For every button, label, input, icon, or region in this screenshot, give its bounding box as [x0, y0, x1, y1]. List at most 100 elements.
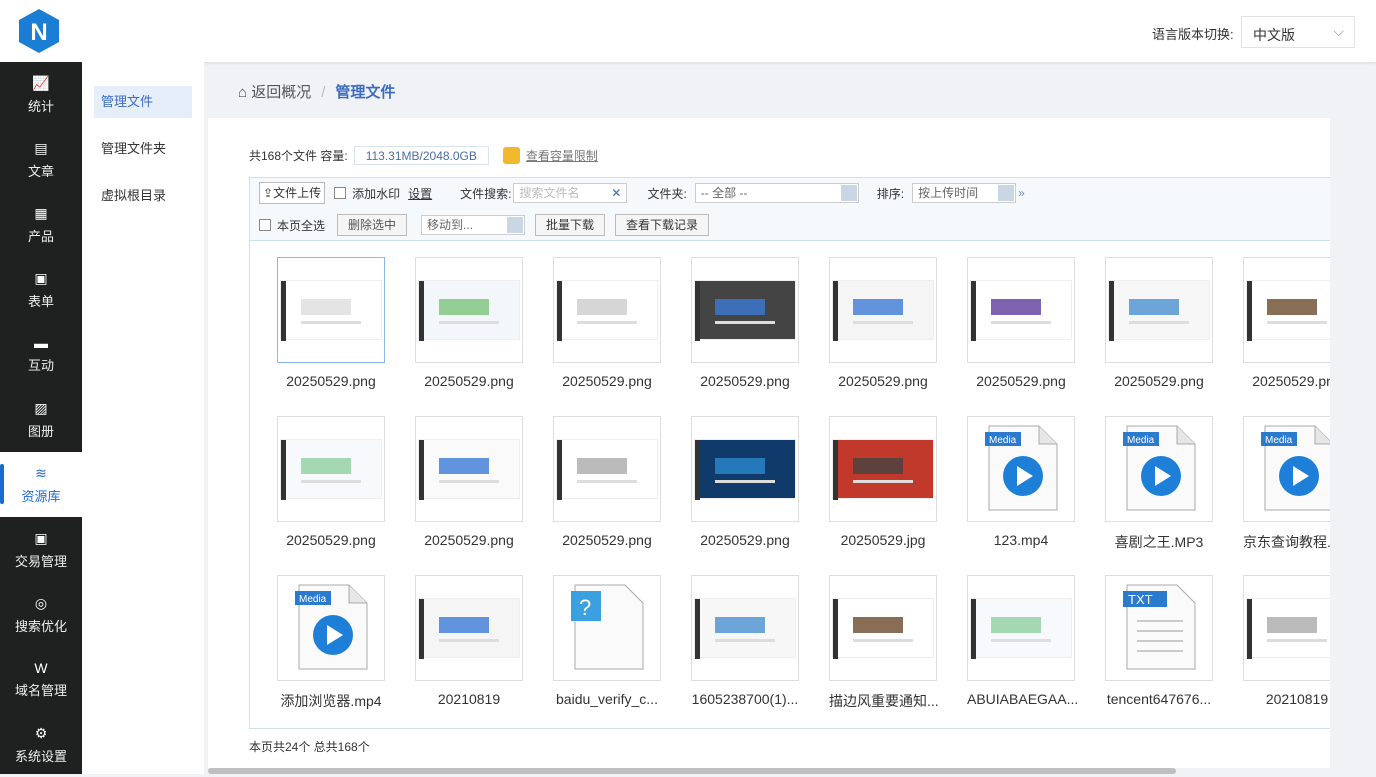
file-item[interactable]: 20250529.png [415, 257, 523, 389]
folder-select[interactable]: -- 全部 -- [694, 183, 859, 203]
file-thumbnail[interactable] [1243, 575, 1330, 681]
file-item[interactable]: 20210819 [415, 575, 523, 707]
file-item[interactable]: ? baidu_verify_c... [553, 575, 661, 707]
sort-select[interactable]: 按上传时间 [912, 183, 1017, 203]
image-thumbnail [832, 598, 934, 659]
file-item[interactable]: 20250529.png [829, 257, 937, 389]
file-item[interactable]: 20250529.png [277, 257, 385, 389]
file-thumbnail[interactable] [967, 575, 1075, 681]
file-item[interactable]: TXT tencent647676... [1105, 575, 1213, 707]
language-select[interactable]: 中文版 ⌵ [1241, 16, 1355, 48]
file-thumbnail[interactable] [691, 575, 799, 681]
file-item[interactable]: Media 京东查询教程.mp4 [1243, 416, 1330, 552]
trade-icon: ▣ [34, 529, 48, 546]
watermark-checkbox[interactable] [334, 187, 347, 199]
sidebar-item-2[interactable]: ▦ 产品 [0, 192, 82, 257]
file-thumbnail[interactable] [967, 257, 1075, 363]
file-name: 20250529.png [286, 532, 376, 548]
capacity-value: 113.31MB/2048.0GB [353, 146, 489, 165]
horizontal-scrollbar[interactable] [208, 768, 1176, 774]
file-thumbnail[interactable] [277, 257, 385, 363]
sidebar-item-label: 文章 [27, 163, 54, 179]
breadcrumb: ⌂ 返回概况 / 管理文件 [238, 81, 395, 102]
file-item[interactable]: 20250529.png [1105, 257, 1213, 389]
file-thumbnail[interactable] [553, 416, 661, 522]
file-item[interactable]: 20250529.png [967, 257, 1075, 389]
subnav-manage-folders[interactable]: 管理文件夹 [94, 133, 192, 165]
capacity-limit-link[interactable]: 查看容量限制 [502, 147, 598, 164]
breadcrumb-separator: / [321, 84, 326, 101]
file-name: 20250529.jpg [840, 532, 926, 548]
sidebar-item-0[interactable]: 📈 统计 [0, 62, 82, 127]
unknown-file-icon: ? [571, 584, 644, 670]
file-item[interactable]: 20250529.png [277, 416, 385, 548]
sidebar-item-6[interactable]: ≋ 资源库 [0, 452, 82, 517]
file-item[interactable]: 1605238700(1)... [691, 575, 799, 707]
file-thumbnail[interactable] [1105, 257, 1213, 363]
file-item[interactable]: 20250529.png [1243, 257, 1330, 389]
file-item[interactable]: 20250529.png [691, 257, 799, 389]
file-thumbnail[interactable] [829, 257, 937, 363]
file-name: 1605238700(1)... [691, 691, 799, 707]
notice-icon [502, 147, 520, 164]
file-item[interactable]: 20250529.png [415, 416, 523, 548]
file-thumbnail[interactable] [277, 416, 385, 522]
file-item[interactable]: 20250529.png [691, 416, 799, 548]
subnav-virtual-root[interactable]: 虚拟根目录 [94, 180, 192, 212]
batch-download-button[interactable]: 批量下载 [535, 214, 606, 236]
file-thumbnail[interactable] [415, 257, 523, 363]
file-item[interactable]: 20250529.png [553, 416, 661, 548]
file-name: 20250529.png [1252, 373, 1330, 389]
sidebar-item-7[interactable]: ▣ 交易管理 [0, 517, 82, 582]
expand-icon[interactable]: » [1018, 186, 1025, 200]
file-item[interactable]: Media 123.mp4 [967, 416, 1075, 548]
breadcrumb-back[interactable]: 返回概况 [251, 84, 311, 101]
file-thumbnail[interactable] [415, 575, 523, 681]
file-item[interactable]: 20250529.png [553, 257, 661, 389]
file-thumbnail[interactable] [553, 257, 661, 363]
file-item[interactable]: Media 喜剧之王.MP3 [1105, 416, 1213, 552]
watermark-settings-link[interactable]: 设置 [408, 185, 432, 202]
image-thumbnail [418, 280, 520, 341]
file-thumbnail[interactable]: ? [553, 575, 661, 681]
sidebar-item-5[interactable]: ▨ 图册 [0, 387, 82, 452]
sidebar-item-1[interactable]: ▤ 文章 [0, 127, 82, 192]
image-thumbnail [694, 439, 796, 500]
select-all-checkbox[interactable] [259, 219, 271, 231]
file-thumbnail[interactable]: Media [1243, 416, 1330, 522]
logo: N [19, 9, 59, 53]
file-thumbnail[interactable]: Media [1105, 416, 1213, 522]
file-thumbnail[interactable]: TXT [1105, 575, 1213, 681]
sidebar-item-3[interactable]: ▣ 表单 [0, 257, 82, 322]
upload-button[interactable]: ⇪文件上传 [259, 182, 326, 204]
file-thumbnail[interactable] [1243, 257, 1330, 363]
file-thumbnail[interactable]: Media [967, 416, 1075, 522]
file-item[interactable]: 描边风重要通知... [829, 575, 939, 711]
sidebar-item-4[interactable]: ▬ 互动 [0, 322, 82, 387]
file-thumbnail[interactable] [829, 575, 937, 681]
file-thumbnail[interactable] [691, 257, 799, 363]
album-icon: ▨ [34, 399, 48, 416]
sidebar-item-label: 资源库 [21, 488, 61, 504]
clear-icon[interactable]: ✕ [611, 184, 621, 202]
pagination-summary: 本页共24个 总共168个 [249, 740, 370, 754]
file-item[interactable]: 20250529.jpg [829, 416, 937, 548]
file-thumbnail[interactable] [691, 416, 799, 522]
move-to-select[interactable]: 移动到... [421, 215, 526, 235]
file-item[interactable]: Media 添加浏览器.mp4 [277, 575, 385, 711]
file-item[interactable]: 20210819 [1243, 575, 1330, 707]
sidebar-item-9[interactable]: W 域名管理 [0, 647, 82, 712]
search-input[interactable]: 搜索文件名 ✕ [513, 183, 628, 203]
file-thumbnail[interactable]: Media [277, 575, 385, 681]
file-thumbnail[interactable] [829, 416, 937, 522]
breadcrumb-current: 管理文件 [335, 84, 396, 101]
sidebar-item-8[interactable]: ◎ 搜索优化 [0, 582, 82, 647]
download-log-button[interactable]: 查看下载记录 [615, 214, 710, 236]
sidebar-item-10[interactable]: ⚙ 系统设置 [0, 712, 82, 777]
delete-selected-button[interactable]: 删除选中 [337, 214, 408, 236]
article-icon: ▤ [34, 139, 48, 156]
file-name: ABUIABAEGAA... [967, 691, 1079, 707]
subnav-manage-files[interactable]: 管理文件 [94, 86, 192, 118]
file-thumbnail[interactable] [415, 416, 523, 522]
file-item[interactable]: ABUIABAEGAA... [967, 575, 1079, 707]
